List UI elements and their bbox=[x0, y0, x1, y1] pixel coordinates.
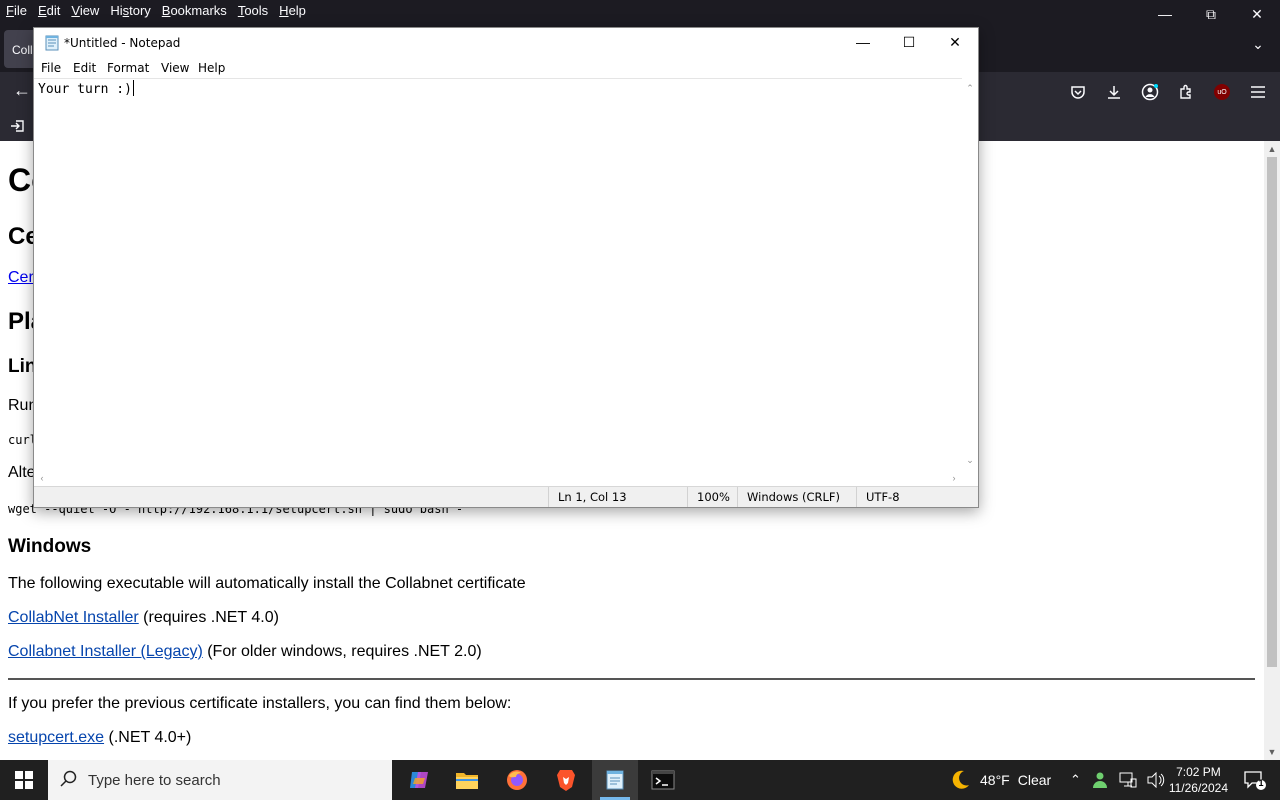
status-line-ending: Windows (CRLF) bbox=[737, 487, 857, 507]
installer-line: CollabNet Installer (requires .NET 4.0) bbox=[8, 609, 279, 627]
notepad-text-area[interactable]: Your turn :) bbox=[34, 78, 962, 470]
notepad-scroll-up-icon[interactable]: ⌃ bbox=[962, 80, 978, 96]
notepad-menu-view[interactable]: View bbox=[161, 61, 189, 75]
legacy-note: (For older windows, requires .NET 2.0) bbox=[202, 643, 482, 660]
notepad-menubar: File Edit Format View Help bbox=[34, 58, 978, 78]
setupcert-line: setupcert.exe (.NET 4.0+) bbox=[8, 729, 191, 747]
notepad-statusbar: Ln 1, Col 13 100% Windows (CRLF) UTF-8 bbox=[34, 486, 978, 507]
notepad-menu-file[interactable]: File bbox=[41, 61, 61, 75]
tab-list-chevron-icon[interactable]: ⌄ bbox=[1248, 36, 1268, 56]
account-icon[interactable] bbox=[1134, 78, 1166, 106]
extensions-icon[interactable] bbox=[1170, 78, 1202, 106]
weather-desc: Clear bbox=[1017, 772, 1052, 788]
paragraph-alternative: Alte bbox=[8, 464, 36, 481]
notification-center-icon[interactable]: 1 bbox=[1244, 770, 1266, 790]
browser-menu-item[interactable]: Tools bbox=[238, 3, 276, 18]
notepad-menu-format[interactable]: Format bbox=[107, 61, 149, 75]
notepad-menu-edit[interactable]: Edit bbox=[73, 61, 96, 75]
heading-windows: Windows bbox=[8, 536, 92, 557]
browser-menu-item[interactable]: File bbox=[6, 3, 35, 18]
divider bbox=[8, 678, 1255, 680]
notepad-content: Your turn :) bbox=[38, 82, 132, 97]
browser-tab-label: Coll bbox=[12, 43, 33, 57]
scroll-down-arrow-icon[interactable]: ▼ bbox=[1264, 744, 1280, 760]
page-scrollbar[interactable]: ▲ ▼ bbox=[1264, 141, 1280, 760]
page-scrollbar-thumb[interactable] bbox=[1267, 157, 1277, 667]
status-zoom: 100% bbox=[687, 487, 737, 507]
setupcert-link[interactable]: setupcert.exe bbox=[8, 729, 104, 746]
pocket-icon[interactable] bbox=[1062, 78, 1094, 106]
weather-temp: 48°F bbox=[980, 772, 1010, 788]
copilot-icon[interactable] bbox=[396, 760, 442, 800]
browser-close-button[interactable]: ✕ bbox=[1234, 0, 1280, 28]
status-encoding: UTF-8 bbox=[856, 487, 976, 507]
clock[interactable]: 7:02 PM 11/26/2024 bbox=[1169, 764, 1228, 796]
browser-restore-button[interactable]: ⧉ bbox=[1188, 0, 1234, 28]
notepad-vertical-scrollbar[interactable]: ⌃ ⌄ bbox=[962, 78, 978, 470]
notepad-window: *Untitled - Notepad — ☐ ✕ File Edit Form… bbox=[33, 27, 979, 508]
status-position: Ln 1, Col 13 bbox=[548, 487, 688, 507]
windows-start-icon[interactable] bbox=[0, 760, 48, 800]
notepad-scroll-right-icon[interactable]: › bbox=[946, 470, 962, 486]
notepad-titlebar[interactable]: *Untitled - Notepad — ☐ ✕ bbox=[34, 28, 978, 58]
notepad-scroll-left-icon[interactable]: ‹ bbox=[34, 470, 50, 486]
notepad-close-button[interactable]: ✕ bbox=[932, 28, 978, 56]
notepad-minimize-button[interactable]: — bbox=[840, 28, 886, 56]
search-icon bbox=[60, 770, 77, 787]
notepad-scroll-down-icon[interactable]: ⌄ bbox=[962, 452, 978, 468]
notepad-menu-help[interactable]: Help bbox=[198, 61, 225, 75]
firefox-icon[interactable] bbox=[494, 760, 540, 800]
certificate-link[interactable]: Cer bbox=[8, 269, 34, 287]
network-icon[interactable] bbox=[1119, 772, 1137, 788]
notepad-icon[interactable] bbox=[592, 760, 638, 800]
system-tray: ⌃ bbox=[1070, 760, 1165, 800]
back-arrow-icon[interactable]: ← bbox=[10, 80, 34, 104]
notepad-horizontal-scrollbar[interactable]: ‹ › bbox=[34, 470, 962, 486]
ublock-icon[interactable]: uO bbox=[1206, 78, 1238, 106]
text-caret bbox=[132, 80, 134, 96]
moon-icon bbox=[952, 770, 969, 789]
collabnet-legacy-installer-link[interactable]: Collabnet Installer (Legacy) bbox=[8, 643, 203, 660]
user-network-icon[interactable] bbox=[1091, 771, 1109, 789]
collabnet-installer-link[interactable]: CollabNet Installer bbox=[8, 609, 139, 626]
download-icon[interactable] bbox=[1098, 78, 1130, 106]
browser-menu: File Edit View History Bookmarks Tools Help bbox=[6, 3, 317, 18]
browser-menu-item[interactable]: History bbox=[110, 3, 158, 18]
taskbar: Type here to search 48°F Clear ⌃ 7:02 PM… bbox=[0, 760, 1280, 800]
setupcert-note: (.NET 4.0+) bbox=[104, 729, 192, 746]
hamburger-menu-icon[interactable] bbox=[1242, 78, 1274, 106]
browser-menubar: File Edit View History Bookmarks Tools Help bbox=[0, 0, 1280, 22]
browser-menu-item[interactable]: View bbox=[71, 3, 107, 18]
clock-time: 7:02 PM bbox=[1176, 765, 1221, 779]
notepad-title: *Untitled - Notepad bbox=[64, 36, 181, 50]
notepad-maximize-button[interactable]: ☐ bbox=[886, 28, 932, 56]
browser-menu-item[interactable]: Bookmarks bbox=[162, 3, 235, 18]
clock-date: 11/26/2024 bbox=[1168, 781, 1228, 795]
browser-menu-item[interactable]: Help bbox=[279, 3, 314, 18]
notepad-app-icon bbox=[44, 35, 60, 51]
browser-window-controls: — ⧉ ✕ bbox=[1142, 0, 1280, 28]
installer-note: (requires .NET 4.0) bbox=[138, 609, 279, 626]
import-bookmarks-icon[interactable] bbox=[10, 118, 26, 137]
weather-widget[interactable]: 48°F Clear bbox=[948, 760, 1051, 800]
scroll-up-arrow-icon[interactable]: ▲ bbox=[1264, 141, 1280, 157]
legacy-installer-line: Collabnet Installer (Legacy) (For older … bbox=[8, 643, 482, 661]
search-placeholder: Type here to search bbox=[88, 772, 221, 789]
browser-menu-item[interactable]: Edit bbox=[38, 3, 68, 18]
taskbar-search-box[interactable]: Type here to search bbox=[48, 760, 392, 800]
file-explorer-icon[interactable] bbox=[444, 760, 490, 800]
volume-icon[interactable] bbox=[1147, 772, 1165, 788]
paragraph-prefer: If you prefer the previous certificate i… bbox=[8, 695, 512, 712]
brave-icon[interactable] bbox=[543, 760, 589, 800]
browser-minimize-button[interactable]: — bbox=[1142, 0, 1188, 28]
notification-count: 1 bbox=[1258, 778, 1264, 788]
terminal-icon[interactable] bbox=[640, 760, 686, 800]
paragraph-following: The following executable will automatica… bbox=[8, 575, 526, 592]
tray-overflow-chevron-icon[interactable]: ⌃ bbox=[1070, 772, 1081, 788]
